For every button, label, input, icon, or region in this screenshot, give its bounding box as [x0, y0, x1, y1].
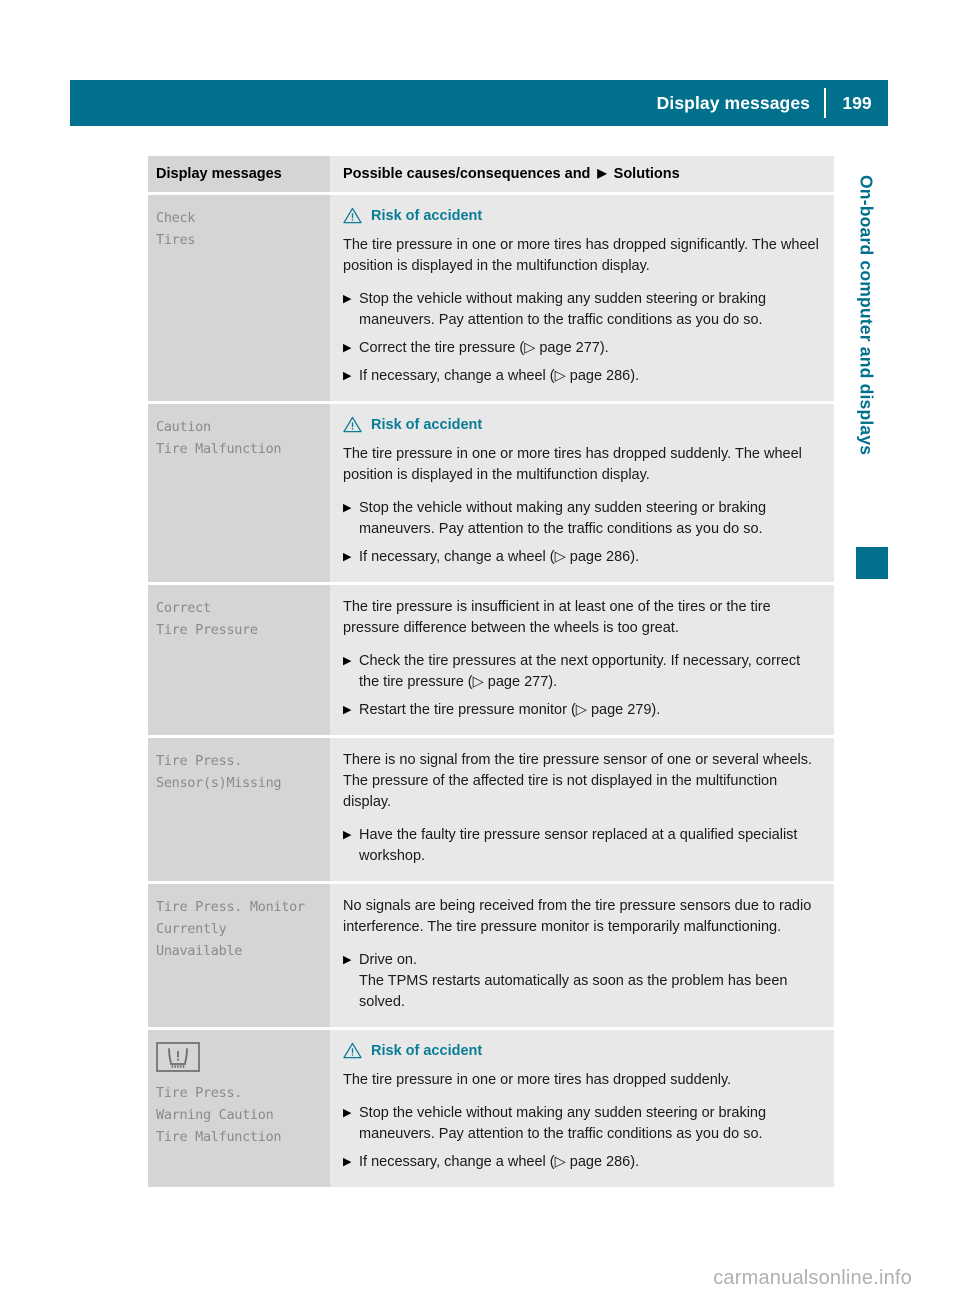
column-header-solutions-label: Solutions [613, 166, 680, 182]
display-message-cell: Tire Press. Monitor Currently Unavailabl… [148, 884, 330, 1027]
solution-step-list: ▶ Drive on. The TPMS restarts automaticall… [343, 950, 824, 1013]
solution-step: ▶ If necessary, change a wheel (▷ page 28… [343, 547, 824, 568]
step-marker-icon: ▶ [343, 829, 352, 841]
step-marker-icon: ▶ [343, 551, 352, 563]
step-marker-icon: ▶ [343, 954, 352, 966]
display-message-cell: Tire Press. Sensor(s)Missing [148, 738, 330, 881]
causes-solutions-cell: Risk of accident The tire pressure in one… [330, 195, 834, 401]
solution-step-text: Have the faulty tire pressure sensor rep… [359, 827, 798, 864]
table-header-cell-left: Display messages [148, 156, 330, 192]
table-row: Correct Tire Pressure The tire pressure i… [148, 585, 834, 735]
step-marker-icon: ▶ [343, 655, 352, 667]
solution-step-list: ▶ Stop the vehicle without making any sud… [343, 498, 824, 568]
risk-warning-heading: Risk of accident [343, 207, 824, 224]
tpms-warning-lamp-icon [156, 1042, 200, 1072]
solution-step-text: If necessary, change a wheel (▷ page 286… [359, 549, 640, 565]
display-message-cell: Caution Tire Malfunction [148, 404, 330, 582]
solution-step: ▶ Drive on. The TPMS restarts automaticall… [343, 950, 824, 1013]
solution-step-text: If necessary, change a wheel (▷ page 286… [359, 368, 640, 384]
step-marker-icon: ▶ [343, 704, 352, 716]
display-messages-table: Display messages Possible causes/consequ… [148, 156, 834, 1190]
cause-paragraph: The tire pressure in one or more tires h… [343, 446, 802, 483]
solution-step-list: ▶ Have the faulty tire pressure sensor re… [343, 825, 824, 867]
display-message-text: Correct Tire Pressure [156, 600, 258, 638]
risk-warning-label: Risk of accident [371, 207, 483, 224]
solution-step-text: Stop the vehicle without making any sudd… [359, 500, 767, 537]
column-header-display-messages: Display messages [156, 166, 282, 182]
step-marker-icon: ▶ [343, 1107, 352, 1119]
display-message-text: Tire Press. Warning Caution Tire Malfunc… [156, 1085, 282, 1145]
display-message-cell: Correct Tire Pressure [148, 585, 330, 735]
risk-warning-label: Risk of accident [371, 416, 483, 433]
page-number: 199 [842, 92, 872, 113]
risk-warning-label: Risk of accident [371, 1042, 483, 1059]
solution-step: ▶ If necessary, change a wheel (▷ page 28… [343, 366, 824, 387]
solution-step-text: Correct the tire pressure (▷ page 277). [359, 340, 609, 356]
step-marker-icon: ▶ [343, 293, 352, 305]
table-row: Check Tires Risk of accident The tire pres… [148, 195, 834, 401]
causes-solutions-cell: Risk of accident The tire pressure in one… [330, 1030, 834, 1187]
display-message-cell: Tire Press. Warning Caution Tire Malfunc… [148, 1030, 330, 1187]
chapter-side-tab: On-board computer and displays [846, 175, 886, 555]
solution-step: ▶ Stop the vehicle without making any sud… [343, 1103, 824, 1145]
display-message-text: Tire Press. Sensor(s)Missing [156, 753, 282, 791]
cause-paragraph: The tire pressure is insufficient in at … [343, 599, 771, 636]
step-marker-icon: ▶ [343, 1156, 352, 1168]
solution-step: ▶ Stop the vehicle without making any sud… [343, 289, 824, 331]
cause-paragraph: No signals are being received from the t… [343, 898, 812, 935]
solution-step-text: Restart the tire pressure monitor (▷ pag… [359, 702, 661, 718]
solution-step-text: Stop the vehicle without making any sudd… [359, 291, 767, 328]
risk-warning-heading: Risk of accident [343, 416, 824, 433]
risk-warning-heading: Risk of accident [343, 1042, 824, 1059]
chapter-thumb-marker [856, 547, 888, 579]
solution-step-list: ▶ Stop the vehicle without making any sud… [343, 289, 824, 387]
table-row: Tire Press. Warning Caution Tire Malfunc… [148, 1030, 834, 1187]
table-row: Tire Press. Monitor Currently Unavailabl… [148, 884, 834, 1027]
cause-paragraph: The tire pressure in one or more tires h… [343, 1072, 732, 1088]
step-marker-icon: ▶ [343, 342, 352, 354]
solution-step: ▶ Correct the tire pressure (▷ page 277). [343, 338, 824, 359]
causes-solutions-cell: There is no signal from the tire pressur… [330, 738, 834, 881]
step-marker-icon: ▶ [343, 502, 352, 514]
cause-paragraph: There is no signal from the tire pressur… [343, 752, 813, 810]
solution-step-text: Drive on. The TPMS restarts automatically… [359, 950, 824, 1013]
causes-solutions-cell: No signals are being received from the t… [330, 884, 834, 1027]
causes-solutions-cell: The tire pressure is insufficient in at … [330, 585, 834, 735]
solution-step: ▶ Check the tire pressures at the next op… [343, 651, 824, 693]
display-message-text: Check Tires [156, 210, 196, 248]
solution-step: ▶ Have the faulty tire pressure sensor re… [343, 825, 824, 867]
table-row: Caution Tire Malfunction Risk of accident… [148, 404, 834, 582]
table-row: Tire Press. Sensor(s)Missing There is no … [148, 738, 834, 881]
step-marker-icon: ▶ [343, 370, 352, 382]
solution-step-text: Check the tire pressures at the next opp… [359, 653, 801, 690]
display-message-text: Caution Tire Malfunction [156, 419, 282, 457]
solution-step-text: If necessary, change a wheel (▷ page 286… [359, 1154, 640, 1170]
display-message-cell: Check Tires [148, 195, 330, 401]
display-message-text: Tire Press. Monitor Currently Unavailabl… [156, 899, 305, 959]
solution-step-continuation: The TPMS restarts automatically as soon … [359, 973, 788, 1010]
solution-step-list: ▶ Stop the vehicle without making any sud… [343, 1103, 824, 1173]
page-header-band: Display messages 199 [70, 80, 888, 126]
chapter-side-tab-label: On-board computer and displays [856, 175, 877, 456]
solution-step-list: ▶ Check the tire pressures at the next op… [343, 651, 824, 721]
column-header-causes-label: Possible causes/consequences and [343, 166, 591, 182]
page-title: Display messages [656, 92, 810, 113]
table-header-cell-right: Possible causes/consequences and ▶ Solutio… [330, 156, 834, 192]
cause-paragraph: The tire pressure in one or more tires h… [343, 237, 819, 274]
table-header-row: Display messages Possible causes/consequ… [148, 156, 834, 192]
site-watermark: carmanualsonline.info [713, 1267, 912, 1289]
solutions-marker-icon: ▶ [597, 166, 607, 180]
solution-step-text: Stop the vehicle without making any sudd… [359, 1105, 767, 1142]
solution-step: ▶ Stop the vehicle without making any sud… [343, 498, 824, 540]
causes-solutions-cell: Risk of accident The tire pressure in one… [330, 404, 834, 582]
solution-step: ▶ Restart the tire pressure monitor (▷ pa… [343, 700, 824, 721]
solution-step: ▶ If necessary, change a wheel (▷ page 28… [343, 1152, 824, 1173]
